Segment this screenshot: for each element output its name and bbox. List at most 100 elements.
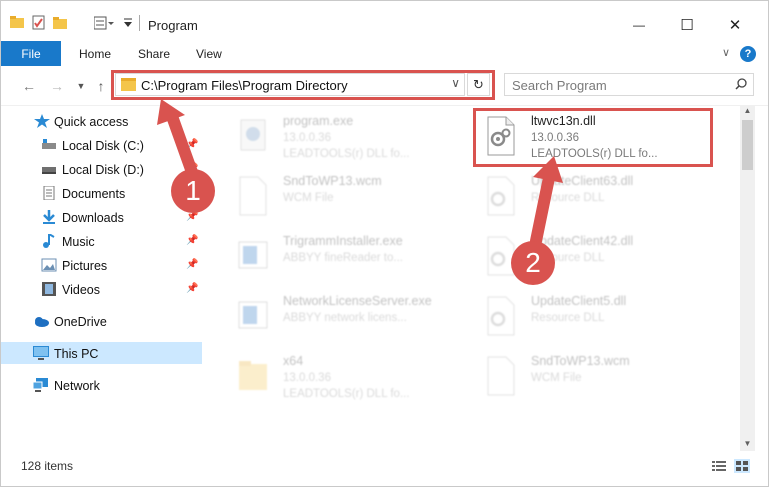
sidebar-item-this-pc[interactable]: This PC [1,342,202,364]
app-file-icon [238,301,268,329]
file-item[interactable]: x64 13.0.0.36 LEADTOOLS(r) DLL fo... [227,348,455,406]
network-icon [33,378,48,392]
search-icon[interactable] [735,78,747,90]
up-icon[interactable]: ↑ [91,76,111,96]
sidebar-item-onedrive[interactable]: OneDrive [1,310,202,332]
sidebar-item-label: Pictures [62,259,108,273]
status-bar: 128 items [1,451,768,481]
properties-icon[interactable] [31,15,47,31]
file-item[interactable]: UpdateClient42.dll Resource DLL [475,228,703,286]
music-icon [43,234,55,248]
scroll-down-icon[interactable]: ▼ [740,439,755,451]
recent-locations-icon[interactable]: ▼ [71,76,91,96]
file-item[interactable]: SndToWP13.wcm WCM File [475,348,703,406]
sidebar-item-label: Videos [62,283,100,297]
tab-home[interactable]: Home [79,47,111,61]
folder-icon [239,361,267,390]
scroll-thumb[interactable] [742,120,753,170]
sidebar-item-videos[interactable]: Videos 📌 [1,278,202,300]
drive-icon [42,139,56,149]
pin-icon: 📌 [186,259,199,270]
file-detail: ABBYY network licens... [283,312,407,324]
minimize-button[interactable]: — [627,15,651,35]
new-folder-icon[interactable] [53,16,67,30]
tab-share[interactable]: Share [138,47,170,61]
file-detail: Resource DLL [531,312,605,324]
pictures-icon [41,258,57,272]
file-name: x64 [283,354,304,368]
navigation-pane: Quick access Local Disk (C:) 📌 Local Dis… [1,106,207,451]
customize-toolbar-icon[interactable] [93,16,116,30]
help-icon[interactable]: ? [740,46,756,62]
forward-icon[interactable]: → [47,76,67,96]
file-detail: ABBYY fineReader to... [283,252,403,264]
sidebar-item-quick-access[interactable]: Quick access [1,110,202,132]
exe-file-icon [240,119,266,151]
quick-access-dropdown-icon[interactable] [123,17,137,31]
tab-file[interactable]: File [1,41,61,66]
file-item[interactable]: NetworkLicenseServer.exe ABBYY network l… [227,288,455,346]
explorer-window: Program — ☐ ✕ File Home Share View ∨ ? ←… [0,0,769,487]
file-item[interactable]: program.exe 13.0.0.36 LEADTOOLS(r) DLL f… [227,108,455,166]
sidebar-item-label: Network [54,379,100,393]
sidebar-item-label: Documents [62,187,126,201]
pin-icon: 📌 [186,235,199,246]
sidebar-item-network[interactable]: Network [1,374,202,396]
file-highlight-box [473,108,713,167]
search-input[interactable]: Search Program [512,78,607,93]
sidebar-item-local-disk-c[interactable]: Local Disk (C:) 📌 [1,134,202,156]
navigation-bar: ← → ▼ ↑ C:\Program Files\Program Directo… [1,66,768,106]
file-detail: 13.0.0.36 [283,132,331,144]
sidebar-item-local-disk-d[interactable]: Local Disk (D:) 📌 [1,158,202,180]
vertical-scrollbar[interactable]: ▲ ▼ [740,106,755,451]
sidebar-item-downloads[interactable]: Downloads 📌 [1,206,202,228]
tab-view[interactable]: View [196,47,222,61]
title-separator [139,15,140,31]
pin-icon: 📌 [186,283,199,294]
file-name: UpdateClient5.dll [531,294,627,308]
dll-file-icon [487,296,515,336]
star-icon [34,114,50,128]
back-icon[interactable]: ← [19,76,39,96]
folder-icon [10,15,24,29]
file-name: TrigrammInstaller.exe [283,234,403,248]
file-item[interactable]: TrigrammInstaller.exe ABBYY fineReader t… [227,228,455,286]
computer-icon [33,346,49,360]
sidebar-item-label: OneDrive [54,315,107,329]
file-detail: WCM File [531,372,582,384]
blank-file-icon [239,176,267,216]
downloads-icon [43,210,55,224]
file-detail: 13.0.0.36 [283,372,331,384]
scroll-up-icon[interactable]: ▲ [740,106,755,118]
details-view-icon[interactable] [711,459,727,473]
file-name: UpdateClient63.dll [531,174,634,188]
address-highlight-box [111,70,495,100]
documents-icon [43,186,55,200]
callout-2: 2 [511,241,555,285]
search-box[interactable]: Search Program [504,73,754,96]
expand-ribbon-icon[interactable]: ∨ [722,46,730,59]
file-detail: LEADTOOLS(r) DLL fo... [283,388,410,400]
file-detail: WCM File [283,192,334,204]
title-bar: Program — ☐ ✕ [1,1,768,41]
videos-icon [42,282,56,296]
file-item[interactable]: UpdateClient5.dll Resource DLL [475,288,703,346]
file-detail: Resource DLL [531,192,605,204]
item-count: 128 items [21,459,74,473]
sidebar-item-label: Local Disk (D:) [62,163,144,177]
file-name: program.exe [283,114,354,128]
sidebar-item-label: Music [62,235,95,249]
file-item[interactable]: UpdateClient63.dll Resource DLL [475,168,703,226]
file-item[interactable]: SndToWP13.wcm WCM File [227,168,455,226]
cloud-icon [35,317,49,327]
sidebar-item-label: Local Disk (C:) [62,139,144,153]
close-button[interactable]: ✕ [723,15,747,35]
tiles-view-icon[interactable] [734,459,750,473]
sidebar-item-music[interactable]: Music 📌 [1,230,202,252]
file-detail: LEADTOOLS(r) DLL fo... [283,148,410,160]
maximize-button[interactable]: ☐ [675,15,699,35]
sidebar-item-pictures[interactable]: Pictures 📌 [1,254,202,276]
sidebar-item-label: Quick access [54,115,129,129]
file-name: NetworkLicenseServer.exe [283,294,432,308]
blank-file-icon [487,356,515,396]
